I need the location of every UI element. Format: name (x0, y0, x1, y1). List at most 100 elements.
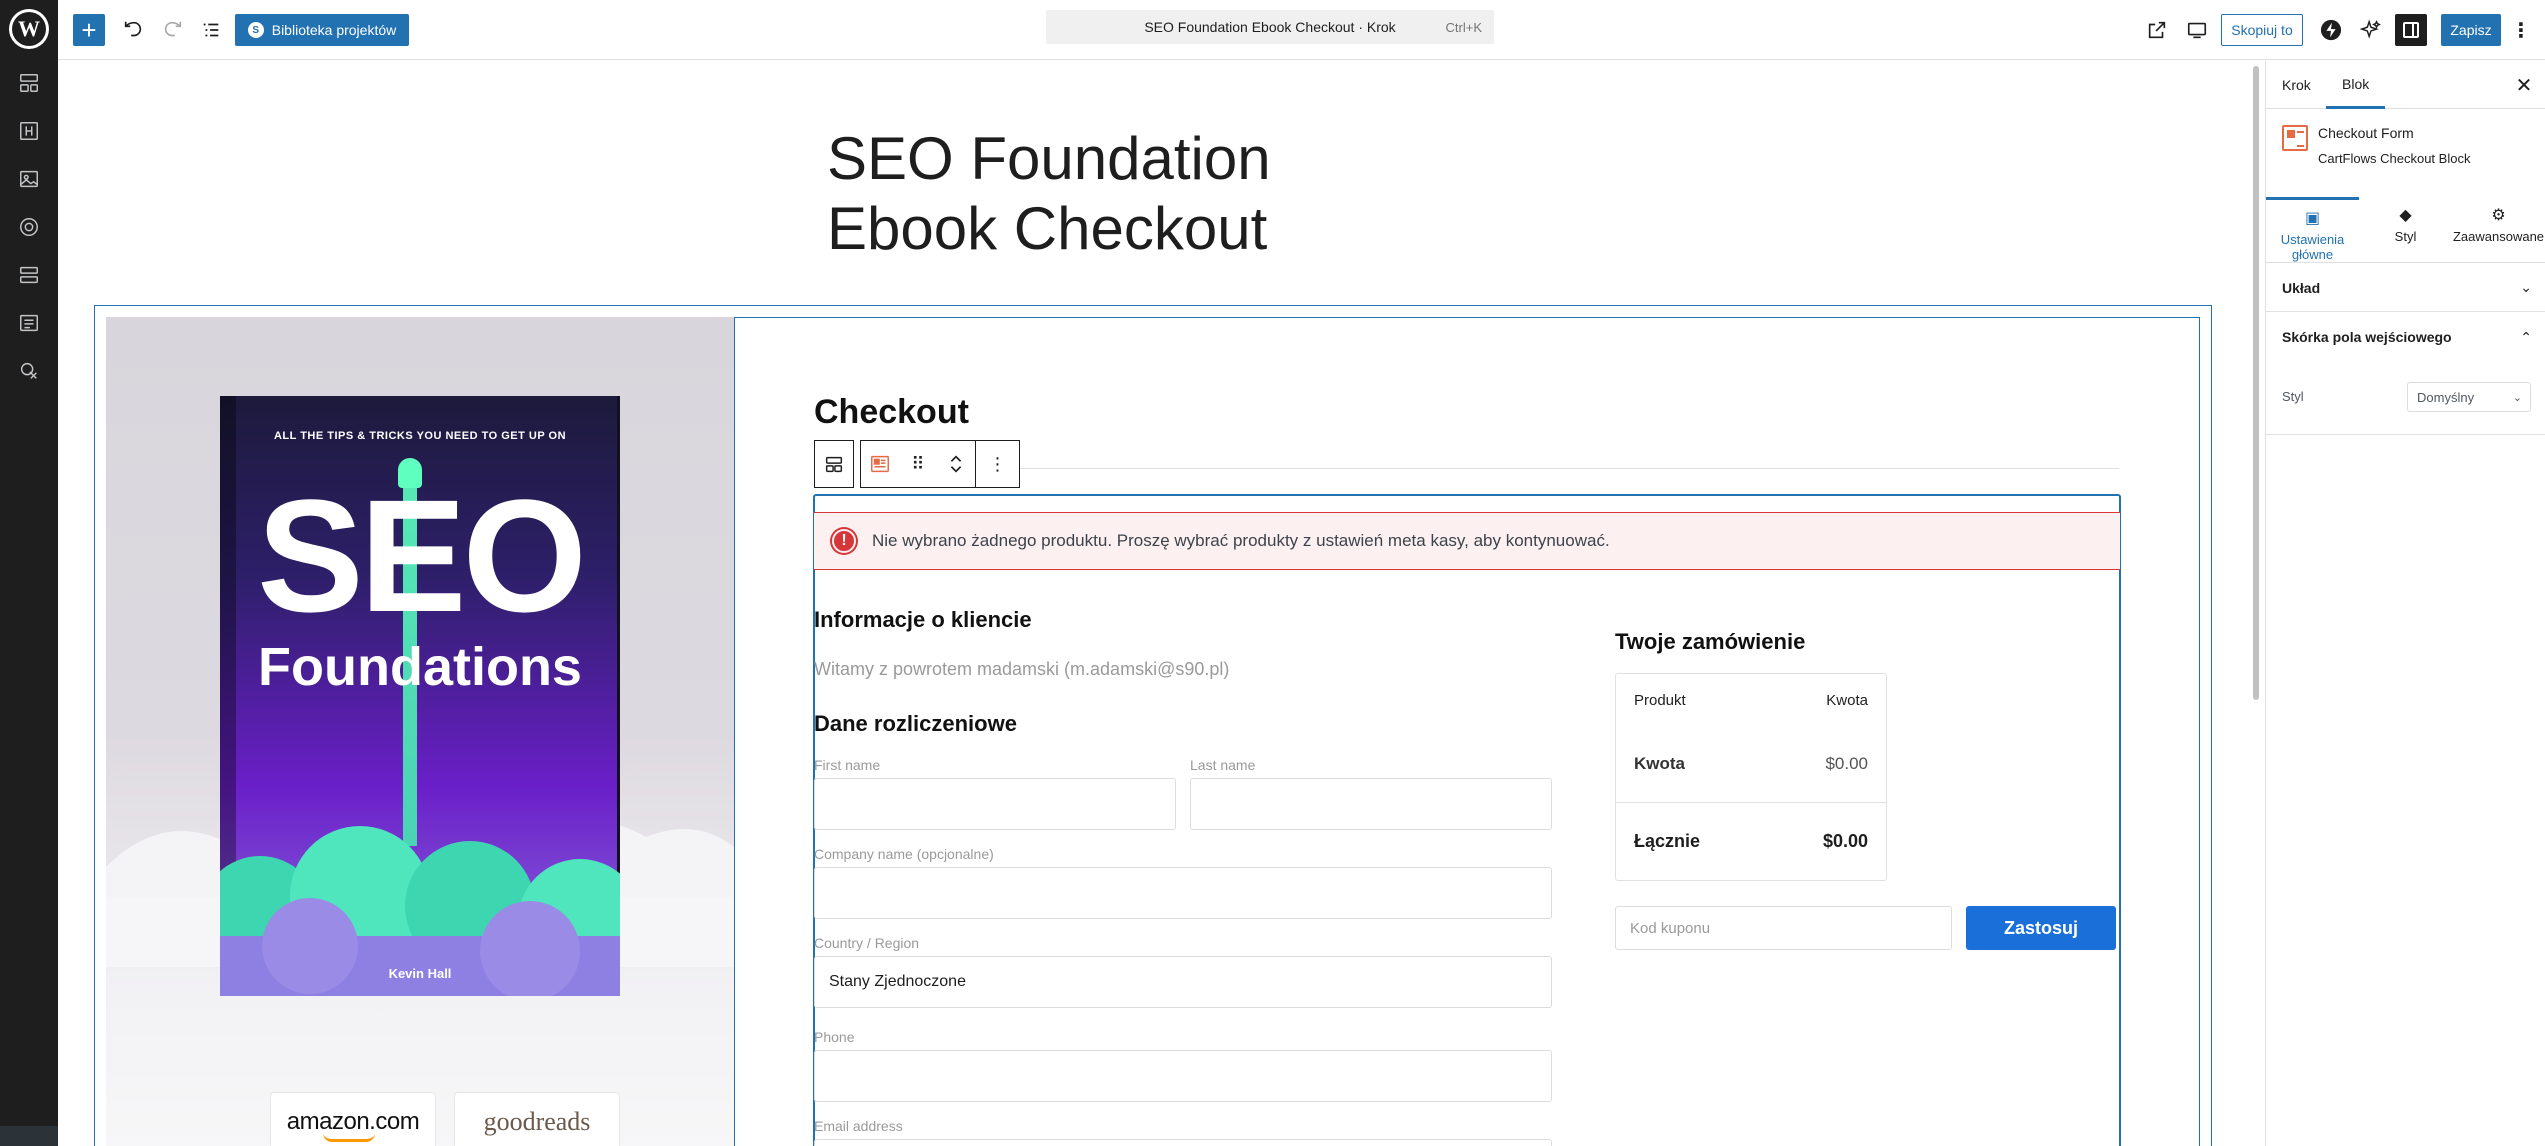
style-select-value: Domyślny (2417, 389, 2475, 405)
document-overview-icon[interactable] (195, 14, 227, 46)
order-summary-table: Produkt Kwota Kwota $0.00 Łącznie $0.00 (1615, 673, 1887, 881)
add-block-button[interactable]: + (73, 14, 105, 46)
goodreads-logo[interactable]: goodreads (454, 1092, 620, 1146)
undo-icon[interactable] (117, 14, 149, 46)
layout-section-label: Układ (2282, 279, 2321, 296)
company-input[interactable] (814, 867, 1552, 919)
copy-button[interactable]: Skopiuj to (2221, 14, 2303, 46)
style-setting-label: Styl (2282, 389, 2304, 404)
block-toolbar: ⠿ ⋮ (814, 440, 1020, 488)
starter-templates-icon: S (247, 22, 264, 38)
checkout-form-icon (2282, 125, 2308, 151)
wordpress-logo-icon[interactable]: W (9, 9, 49, 49)
apply-coupon-button[interactable]: Zastosuj (1966, 906, 2116, 950)
save-button[interactable]: Zapisz (2441, 14, 2501, 46)
amazon-logo[interactable]: amazon.com (270, 1092, 436, 1146)
total-value: $0.00 (1822, 831, 1868, 851)
block-card-title: Checkout Form (2318, 125, 2414, 141)
target-icon[interactable] (15, 213, 43, 241)
error-notice-text: Nie wybrano żadnego produktu. Proszę wyb… (872, 531, 1610, 550)
tab-block[interactable]: Blok (2326, 61, 2386, 109)
page-title[interactable]: SEO Foundation Ebook Checkout (827, 124, 1427, 264)
block-inner-tabs: ▣ Ustawienia główne ◆ Styl ⚙ Zaawansowan… (2266, 197, 2545, 263)
project-library-button[interactable]: S Biblioteka projektów (235, 14, 409, 46)
tab-advanced-label: Zaawansowane (2452, 229, 2545, 244)
settings-panel-toggle-icon[interactable] (2395, 14, 2427, 46)
style-select[interactable]: Domyślny ⌄ (2407, 382, 2531, 412)
chevron-down-icon: ⌄ (2520, 279, 2532, 295)
coupon-code-input[interactable]: Kod kuponu (1615, 906, 1952, 950)
last-name-label: Last name (1190, 757, 1256, 773)
book-cover-image: ALL THE TIPS & TRICKS YOU NEED TO GET UP… (220, 396, 620, 996)
paint-bucket-icon: ◆ (2399, 207, 2412, 224)
ai-sparkle-icon[interactable] (2355, 14, 2387, 46)
last-name-input[interactable] (1190, 778, 1552, 830)
amount-column-header: Kwota (1826, 691, 1868, 709)
first-name-label: First name (814, 757, 881, 773)
total-row: Łącznie $0.00 (1616, 802, 1886, 880)
image-icon[interactable] (15, 165, 43, 193)
checkout-block-icon[interactable] (861, 441, 899, 487)
book-subtitle: Foundations (258, 637, 582, 697)
book-author: Kevin Hall (388, 966, 452, 981)
phone-label: Phone (814, 1029, 855, 1045)
country-value: Stany Zjednoczone (829, 973, 966, 990)
billing-heading: Dane rozliczeniowe (814, 711, 1017, 736)
redo-icon[interactable] (157, 14, 189, 46)
canvas-scrollbar-thumb[interactable] (2253, 66, 2259, 700)
tab-style[interactable]: ◆ Styl (2359, 197, 2452, 263)
document-title: SEO Foundation Ebook Checkout · Krok (1144, 19, 1396, 35)
book-tagline: ALL THE TIPS & TRICKS YOU NEED TO GET UP… (273, 430, 567, 442)
gear-icon: ⚙ (2491, 207, 2506, 224)
block-options-icon[interactable]: ⋮ (975, 441, 1019, 487)
product-column-header: Produkt (1634, 691, 1686, 709)
editor-toolbar: + S Biblioteka projektów SEO Foundation … (58, 0, 2545, 60)
tab-style-label: Styl (2394, 229, 2417, 244)
panel-tabs: Krok Blok ✕ (2266, 61, 2545, 109)
country-select[interactable]: Stany Zjednoczone (814, 956, 1552, 1008)
select-parent-icon[interactable] (815, 441, 853, 487)
admin-sidebar: W (0, 0, 58, 1146)
order-table-header: Produkt Kwota (1616, 674, 1886, 726)
layout-section-toggle[interactable]: Układ ⌄ (2266, 264, 2545, 312)
email-label: Email address (814, 1118, 903, 1134)
subtotal-value: $0.00 (1825, 754, 1868, 773)
customer-info-heading: Informacje o kliencie (814, 607, 1032, 632)
view-page-icon[interactable] (2141, 14, 2173, 46)
input-skin-section-label: Skórka pola wejściowego (2282, 329, 2452, 345)
subtotal-row: Kwota $0.00 (1616, 726, 1886, 802)
command-palette-bar[interactable]: SEO Foundation Ebook Checkout · Krok Ctr… (1046, 10, 1494, 44)
total-label: Łącznie (1634, 831, 1701, 851)
drag-handle-icon[interactable]: ⠿ (899, 441, 937, 487)
error-notice: ! Nie wybrano żadnego produktu. Proszę w… (814, 512, 2120, 570)
order-heading: Twoje zamówienie (1615, 629, 1806, 654)
project-library-label: Biblioteka projektów (271, 22, 397, 38)
device-preview-icon[interactable] (2181, 14, 2213, 46)
input-skin-section-toggle[interactable]: Skórka pola wejściowego ⌃ (2266, 313, 2545, 361)
first-name-input[interactable] (814, 778, 1176, 830)
general-settings-icon: ▣ (2304, 210, 2321, 227)
email-input[interactable] (814, 1139, 1552, 1146)
spectra-icon[interactable] (2315, 14, 2347, 46)
rows-icon[interactable] (15, 261, 43, 289)
tab-advanced[interactable]: ⚙ Zaawansowane (2452, 197, 2545, 263)
move-up-down-icon[interactable] (937, 441, 975, 487)
collapse-icon[interactable] (0, 1126, 58, 1146)
layout-icon[interactable] (15, 69, 43, 97)
company-label: Company name (opcjonalne) (814, 846, 994, 862)
form-icon[interactable] (15, 309, 43, 337)
pointer-icon[interactable] (15, 357, 43, 385)
close-icon[interactable]: ✕ (2510, 71, 2538, 99)
tab-general-settings[interactable]: ▣ Ustawienia główne (2266, 197, 2359, 263)
more-options-icon[interactable]: ⋮ (2509, 14, 2533, 46)
phone-input[interactable] (814, 1050, 1552, 1102)
heading-icon[interactable] (15, 117, 43, 145)
checkout-heading[interactable]: Checkout (814, 393, 969, 432)
book-title: SEO (257, 466, 587, 645)
block-card-description: CartFlows Checkout Block (2318, 151, 2471, 166)
block-card: Checkout Form CartFlows Checkout Block (2266, 109, 2545, 183)
block-settings-panel: Krok Blok ✕ Checkout Form CartFlows Chec… (2265, 61, 2545, 1146)
style-setting-row: Styl Domyślny ⌄ (2266, 365, 2545, 435)
tab-step[interactable]: Krok (2266, 61, 2327, 109)
tab-general-settings-label: Ustawienia główne (2280, 232, 2345, 262)
